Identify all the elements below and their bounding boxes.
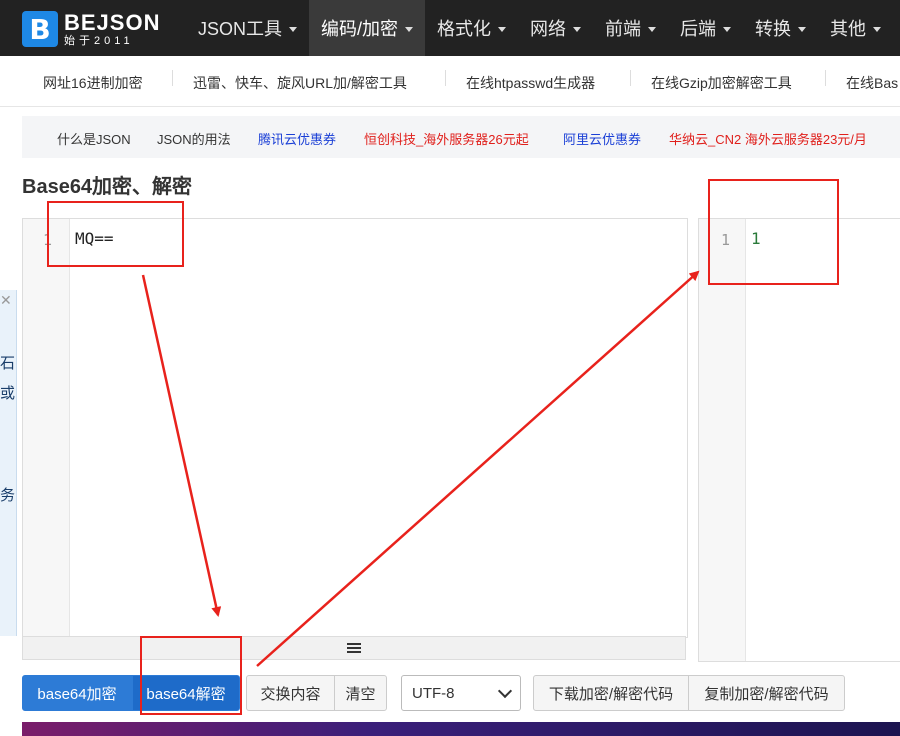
annotation-arrows: [141, 270, 700, 667]
arrow-to-output: [256, 270, 700, 667]
arrow-to-decode-button: [141, 274, 222, 617]
